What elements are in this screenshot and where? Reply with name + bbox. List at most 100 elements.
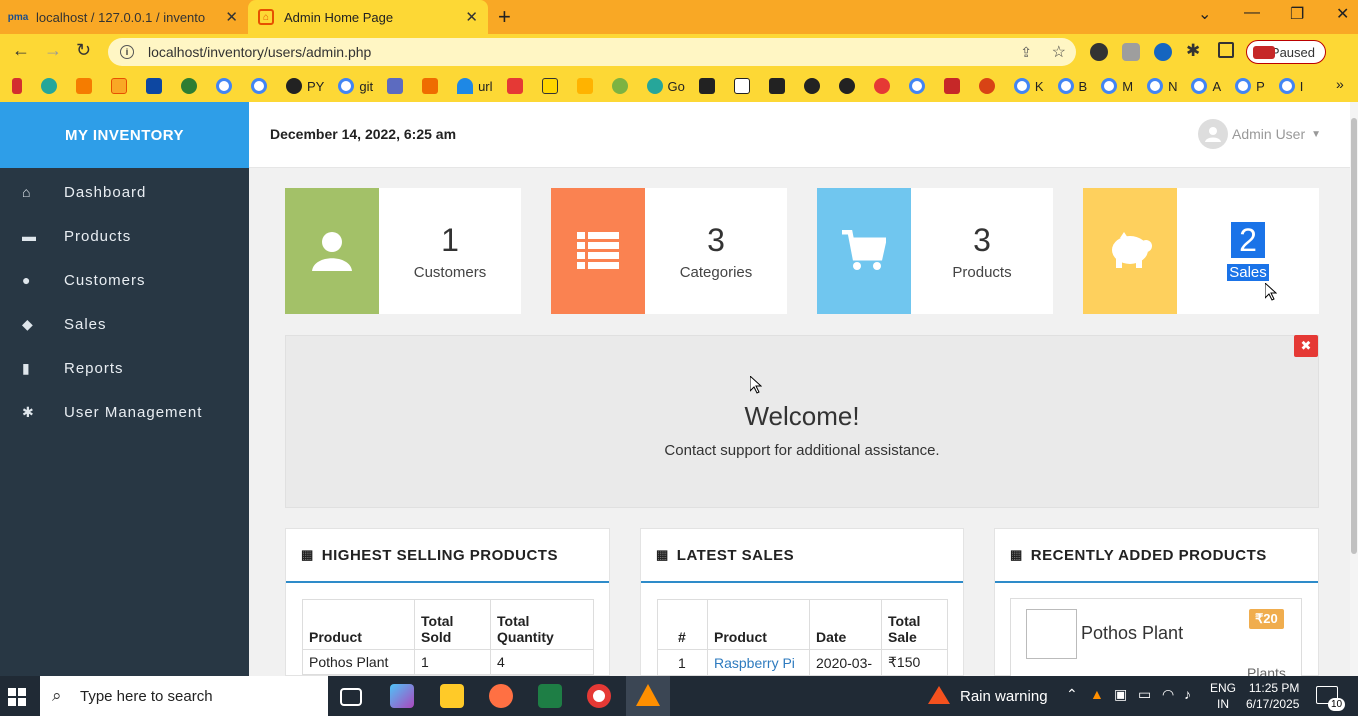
- side-panel-icon[interactable]: [1218, 42, 1234, 58]
- stat-card-sales[interactable]: 2 Sales: [1083, 188, 1319, 314]
- clock[interactable]: 11:25 PM 6/17/2025: [1246, 680, 1299, 712]
- brand-logo[interactable]: MY INVENTORY: [0, 102, 249, 168]
- bookmark-b[interactable]: B: [1057, 78, 1087, 94]
- product-link[interactable]: Raspberry Pi: [714, 655, 795, 671]
- bookmark-item[interactable]: [146, 78, 167, 94]
- bookmark-m[interactable]: M: [1101, 78, 1133, 94]
- bookmark-item[interactable]: [978, 78, 1000, 94]
- product-name: Pothos Plant: [1081, 623, 1184, 643]
- bookmark-url[interactable]: url: [457, 78, 493, 94]
- close-tab-icon[interactable]: ✕: [465, 8, 478, 26]
- bookmark-item[interactable]: [908, 78, 930, 94]
- reload-icon[interactable]: ↻: [76, 40, 91, 61]
- recent-product-item[interactable]: Pothos Plant ₹20 Plants: [1010, 598, 1302, 681]
- file-explorer-icon[interactable]: [440, 684, 464, 708]
- bookmark-item[interactable]: [733, 78, 755, 94]
- battery-icon[interactable]: ▭: [1138, 686, 1151, 703]
- sidebar-item-dashboard[interactable]: ⌂ Dashboard: [0, 170, 249, 214]
- copilot-icon[interactable]: [390, 684, 414, 708]
- sidebar-item-user-management[interactable]: ✱ User Management: [0, 390, 249, 434]
- back-icon[interactable]: ←: [12, 40, 30, 61]
- bookmark-item[interactable]: [251, 78, 272, 94]
- bookmark-label: K: [1034, 78, 1044, 94]
- bookmark-item[interactable]: [216, 78, 237, 94]
- bookmark-star-icon[interactable]: ☆: [1052, 42, 1066, 62]
- firefox-icon[interactable]: [489, 684, 513, 708]
- site-info-icon[interactable]: i: [120, 45, 134, 59]
- show-hidden-icons-icon[interactable]: ⌃: [1066, 686, 1078, 703]
- sidebar-item-products[interactable]: ▬ Products: [0, 214, 249, 258]
- taskbar-search-input[interactable]: ⌕ Type here to search: [40, 676, 328, 716]
- chrome-icon[interactable]: [587, 684, 611, 708]
- bookmark-i[interactable]: I: [1278, 78, 1303, 94]
- tray-app-icon[interactable]: ▣: [1114, 686, 1127, 703]
- panel-title: LATEST SALES: [676, 546, 795, 564]
- windows-start-icon[interactable]: [8, 688, 26, 711]
- sidebar-item-customers[interactable]: ● Customers: [0, 258, 249, 302]
- bookmark-item[interactable]: [576, 78, 598, 94]
- tab-admin-home[interactable]: ⌂ Admin Home Page ✕: [248, 0, 488, 34]
- bookmark-item[interactable]: [506, 78, 528, 94]
- volume-icon[interactable]: ♪: [1184, 686, 1191, 702]
- stat-card-customers[interactable]: 1 Customers: [285, 188, 521, 314]
- profile-paused-button[interactable]: Paused: [1246, 40, 1326, 64]
- bookmark-item[interactable]: [422, 78, 443, 94]
- table-row: Pothos Plant 1 4: [302, 649, 594, 675]
- bookmark-item[interactable]: [111, 78, 132, 94]
- bookmark-a[interactable]: A: [1191, 78, 1221, 94]
- user-menu[interactable]: Admin User ▼: [1198, 119, 1321, 149]
- page-scrollbar[interactable]: [1350, 102, 1358, 676]
- close-tab-icon[interactable]: ✕: [225, 8, 238, 26]
- bookmark-item[interactable]: [41, 78, 62, 94]
- vlc-tray-icon[interactable]: ▲: [1090, 686, 1104, 702]
- scrollbar-thumb[interactable]: [1351, 118, 1357, 554]
- excel-icon[interactable]: [538, 684, 562, 708]
- address-bar[interactable]: i localhost/inventory/users/admin.php ⇪ …: [108, 38, 1076, 66]
- weather-text[interactable]: Rain warning: [960, 688, 1048, 705]
- bookmark-item[interactable]: [768, 78, 790, 94]
- bookmark-item[interactable]: [541, 78, 563, 94]
- sidebar-item-sales[interactable]: ◆ Sales: [0, 302, 249, 346]
- bookmark-git[interactable]: git: [338, 78, 373, 94]
- youtube-icon: [506, 78, 523, 94]
- task-view-icon[interactable]: [340, 688, 362, 706]
- bookmark-item[interactable]: [698, 78, 720, 94]
- url-text[interactable]: localhost/inventory/users/admin.php: [148, 44, 371, 60]
- extensions-puzzle-icon[interactable]: ✱: [1186, 41, 1200, 61]
- tab-search-chevron-icon[interactable]: ⌄: [1198, 4, 1211, 24]
- more-bookmarks-icon[interactable]: »: [1336, 76, 1344, 92]
- bookmark-item[interactable]: [873, 78, 895, 94]
- extension-a-icon[interactable]: [1154, 43, 1172, 61]
- bookmark-item[interactable]: [76, 78, 97, 94]
- taskbar-active-app[interactable]: [626, 676, 670, 716]
- bookmark-p[interactable]: P: [1235, 78, 1265, 94]
- sidebar-item-reports[interactable]: ▮ Reports: [0, 346, 249, 390]
- maximize-icon[interactable]: ❐: [1290, 4, 1304, 24]
- bookmark-py[interactable]: PY: [286, 78, 324, 94]
- new-tab-icon[interactable]: +: [498, 4, 511, 30]
- language-indicator[interactable]: ENG IN: [1210, 680, 1236, 712]
- stat-card-categories[interactable]: 3 Categories: [551, 188, 787, 314]
- stat-card-products[interactable]: 3 Products: [817, 188, 1053, 314]
- bookmark-item[interactable]: [12, 78, 27, 94]
- bookmark-item[interactable]: [611, 78, 633, 94]
- bookmark-icon: [838, 78, 855, 94]
- minimize-icon[interactable]: —: [1244, 4, 1260, 22]
- bookmark-item[interactable]: [838, 78, 860, 94]
- bookmark-item[interactable]: [803, 78, 825, 94]
- phpmyadmin-icon: [422, 78, 439, 94]
- share-icon[interactable]: ⇪: [1020, 44, 1032, 61]
- bookmark-item[interactable]: [181, 78, 202, 94]
- close-alert-button[interactable]: ✖: [1294, 335, 1318, 357]
- bookmark-go[interactable]: Go: [646, 78, 685, 94]
- wifi-icon[interactable]: ◠: [1162, 686, 1174, 703]
- tab-phpmyadmin[interactable]: pma localhost / 127.0.0.1 / inventory / …: [0, 0, 248, 34]
- forward-icon[interactable]: →: [44, 40, 62, 61]
- bookmark-n[interactable]: N: [1147, 78, 1177, 94]
- bookmark-item[interactable]: [387, 78, 408, 94]
- close-window-icon[interactable]: ✕: [1336, 4, 1349, 24]
- bookmark-k[interactable]: K: [1013, 78, 1044, 94]
- extension-panda-icon[interactable]: [1090, 43, 1108, 61]
- bookmark-item[interactable]: [943, 78, 965, 94]
- extension-image-icon[interactable]: [1122, 43, 1140, 61]
